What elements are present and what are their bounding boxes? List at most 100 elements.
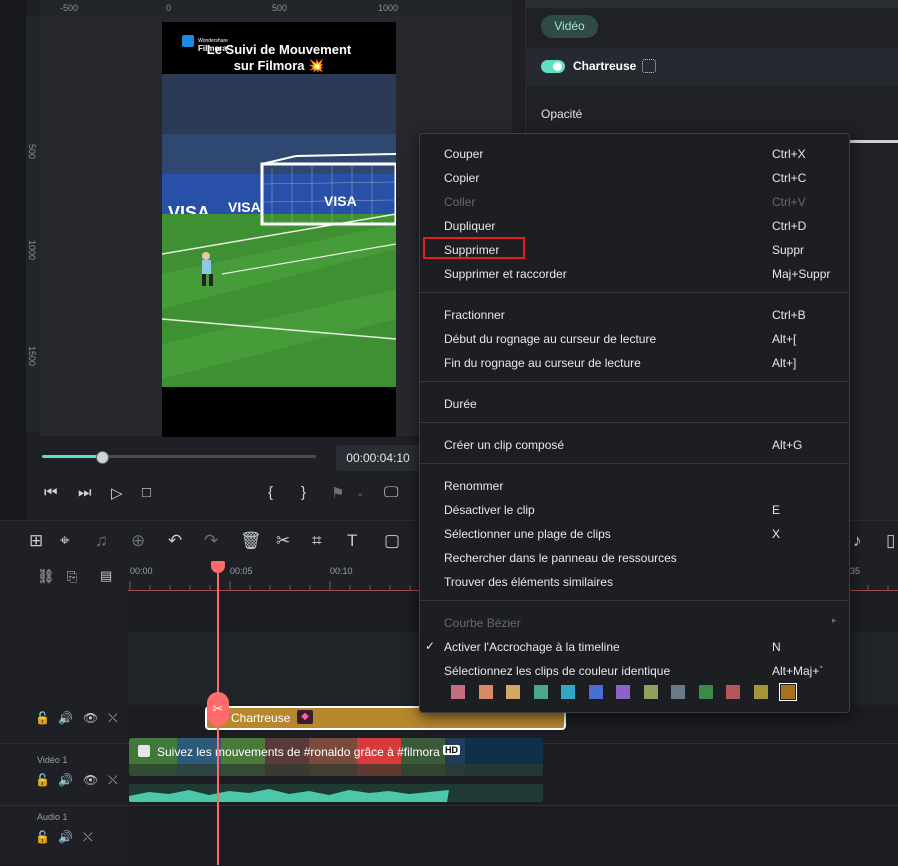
menu-item-cut[interactable]: Couper	[444, 147, 483, 161]
magic-icon[interactable]: ⤬	[108, 711, 118, 726]
panel-icon[interactable]: ▯	[886, 531, 895, 551]
vertical-ruler: 500 1000 1500	[26, 16, 41, 432]
video-title-line-2: sur Filmora 💥	[233, 58, 325, 73]
color-swatch[interactable]	[698, 685, 713, 699]
menu-item-trim-end[interactable]: Fin du rognage au curseur de lecture	[444, 356, 641, 370]
menu-item-select-range[interactable]: Sélectionner une plage de clips	[444, 527, 611, 541]
magic-icon[interactable]: ⤬	[108, 773, 118, 788]
chevron-down-icon[interactable]: ⌄	[356, 488, 364, 499]
shortcut: Alt+Maj+`	[772, 664, 824, 678]
mask-icon[interactable]	[642, 59, 656, 73]
waveform-graphic	[129, 789, 449, 802]
undo-icon[interactable]: ↶	[168, 531, 182, 551]
add-icon[interactable]: ⊕	[131, 531, 145, 551]
select-cursor-icon[interactable]: ⌖	[60, 531, 70, 551]
stop-icon[interactable]: □	[142, 484, 151, 501]
audio-icon[interactable]: ♫	[95, 531, 108, 551]
play-icon[interactable]: ▷	[111, 484, 123, 502]
menu-item-trim-start[interactable]: Début du rognage au curseur de lecture	[444, 332, 656, 346]
crop-icon[interactable]: ⌗	[312, 531, 322, 551]
color-swatch[interactable]	[588, 685, 603, 699]
lock-icon[interactable]: 🔓	[35, 711, 50, 725]
color-swatch[interactable]	[616, 685, 630, 699]
menu-item-paste[interactable]: Coller	[444, 195, 475, 209]
magic-icon[interactable]: ⤬	[83, 830, 93, 845]
rectangle-icon[interactable]: ▢	[384, 531, 400, 551]
redo-icon[interactable]: ↷	[204, 531, 218, 551]
playback-progress-fill	[42, 455, 102, 458]
track-divider	[0, 805, 898, 806]
color-swatch[interactable]	[671, 685, 685, 699]
ruler-tick: 0	[166, 3, 172, 13]
scissors-icon[interactable]: ✂	[207, 692, 229, 726]
video-clip-title: Suivez les mouvements de #ronaldo grâce …	[157, 745, 440, 759]
eye-icon[interactable]: 👁	[83, 773, 98, 787]
clip-play-icon	[138, 745, 150, 757]
speaker-icon[interactable]: 🔊	[58, 773, 73, 787]
horizontal-ruler: -500 0 500 1000	[40, 0, 512, 17]
filter-clip-label: Chartreuse	[231, 711, 291, 725]
lock-icon[interactable]: 🔓	[35, 830, 50, 844]
menu-item-duration[interactable]: Durée	[444, 397, 477, 411]
menu-separator	[420, 463, 847, 464]
menu-item-bezier-curve[interactable]: Courbe Bézier	[444, 616, 521, 630]
ruler-tick: 500	[27, 144, 37, 160]
menu-item-duplicate[interactable]: Dupliquer	[444, 219, 495, 233]
shortcut: E	[772, 503, 781, 517]
audio-waveform[interactable]	[129, 784, 543, 802]
color-swatch[interactable]	[451, 685, 465, 699]
highlight-box	[423, 237, 525, 259]
menu-item-find-similar[interactable]: Trouver des éléments similaires	[444, 575, 613, 589]
shortcut: Ctrl+D	[772, 219, 807, 233]
football-scene: VISA VISA VISA	[162, 74, 396, 387]
color-swatch[interactable]	[643, 685, 658, 699]
shortcut: Suppr	[772, 243, 805, 257]
next-frame-icon[interactable]: ⏭	[78, 484, 92, 501]
text-icon[interactable]: T	[347, 531, 357, 551]
shortcut: Ctrl+C	[772, 171, 807, 185]
speaker-icon[interactable]: 🔊	[58, 711, 73, 725]
menu-item-compound-clip[interactable]: Créer un clip composé	[444, 438, 564, 452]
link-icon[interactable]: ⛓	[37, 568, 55, 585]
menu-item-find-in-resources[interactable]: Rechercher dans le panneau de ressources	[444, 551, 677, 565]
lock-icon[interactable]: 🔓	[35, 773, 50, 787]
color-swatch[interactable]	[561, 685, 575, 699]
insert-icon[interactable]: ⎘	[67, 569, 77, 585]
menu-item-split[interactable]: Fractionner	[444, 308, 505, 322]
menu-separator	[420, 600, 847, 601]
marker-icon[interactable]: ⚑	[331, 484, 344, 502]
menu-item-copy[interactable]: Copier	[444, 171, 479, 185]
color-swatch[interactable]	[506, 685, 520, 699]
track-label-video: Vidéo 1	[37, 755, 68, 765]
previous-frame-icon[interactable]: ⏮	[44, 484, 58, 501]
menu-item-snapping[interactable]: Activer l'Accrochage à la timeline	[444, 640, 620, 654]
speaker-icon[interactable]: 🔊	[58, 830, 73, 844]
track-label-audio: Audio 1	[37, 812, 68, 822]
eye-icon[interactable]: 👁	[83, 711, 98, 725]
menu-item-select-same-color[interactable]: Sélectionnez les clips de couleur identi…	[444, 664, 670, 678]
toggle-knob	[553, 62, 562, 71]
audio-mixer-icon[interactable]: ♪	[853, 531, 862, 551]
playback-progress-handle[interactable]	[96, 451, 109, 464]
color-swatch[interactable]	[779, 683, 797, 701]
menu-item-rename[interactable]: Renommer	[444, 479, 503, 493]
menu-item-ripple-delete[interactable]: Supprimer et raccorder	[444, 267, 567, 281]
svg-text:VISA: VISA	[228, 199, 261, 215]
color-swatch[interactable]	[533, 685, 548, 699]
track-icon[interactable]: ▤	[100, 568, 112, 584]
menu-item-disable-clip[interactable]: Désactiver le clip	[444, 503, 535, 517]
split-scissors-icon[interactable]: ✂	[276, 531, 290, 551]
layout-icon[interactable]: ⊞	[29, 531, 43, 551]
effect-name: Chartreuse	[573, 59, 637, 73]
ruler-label: 35	[850, 566, 861, 576]
opacity-slider[interactable]	[848, 140, 898, 143]
color-swatch[interactable]	[478, 685, 493, 699]
tab-video[interactable]: Vidéo	[541, 15, 598, 38]
mark-out-icon[interactable]: }	[301, 484, 306, 501]
color-swatch[interactable]	[753, 685, 768, 699]
ruler-tick: -500	[60, 3, 79, 13]
color-swatch[interactable]	[726, 685, 740, 699]
display-icon[interactable]: 🖵	[384, 484, 398, 501]
delete-icon[interactable]: 🗑	[240, 531, 262, 551]
mark-in-icon[interactable]: {	[268, 484, 273, 501]
